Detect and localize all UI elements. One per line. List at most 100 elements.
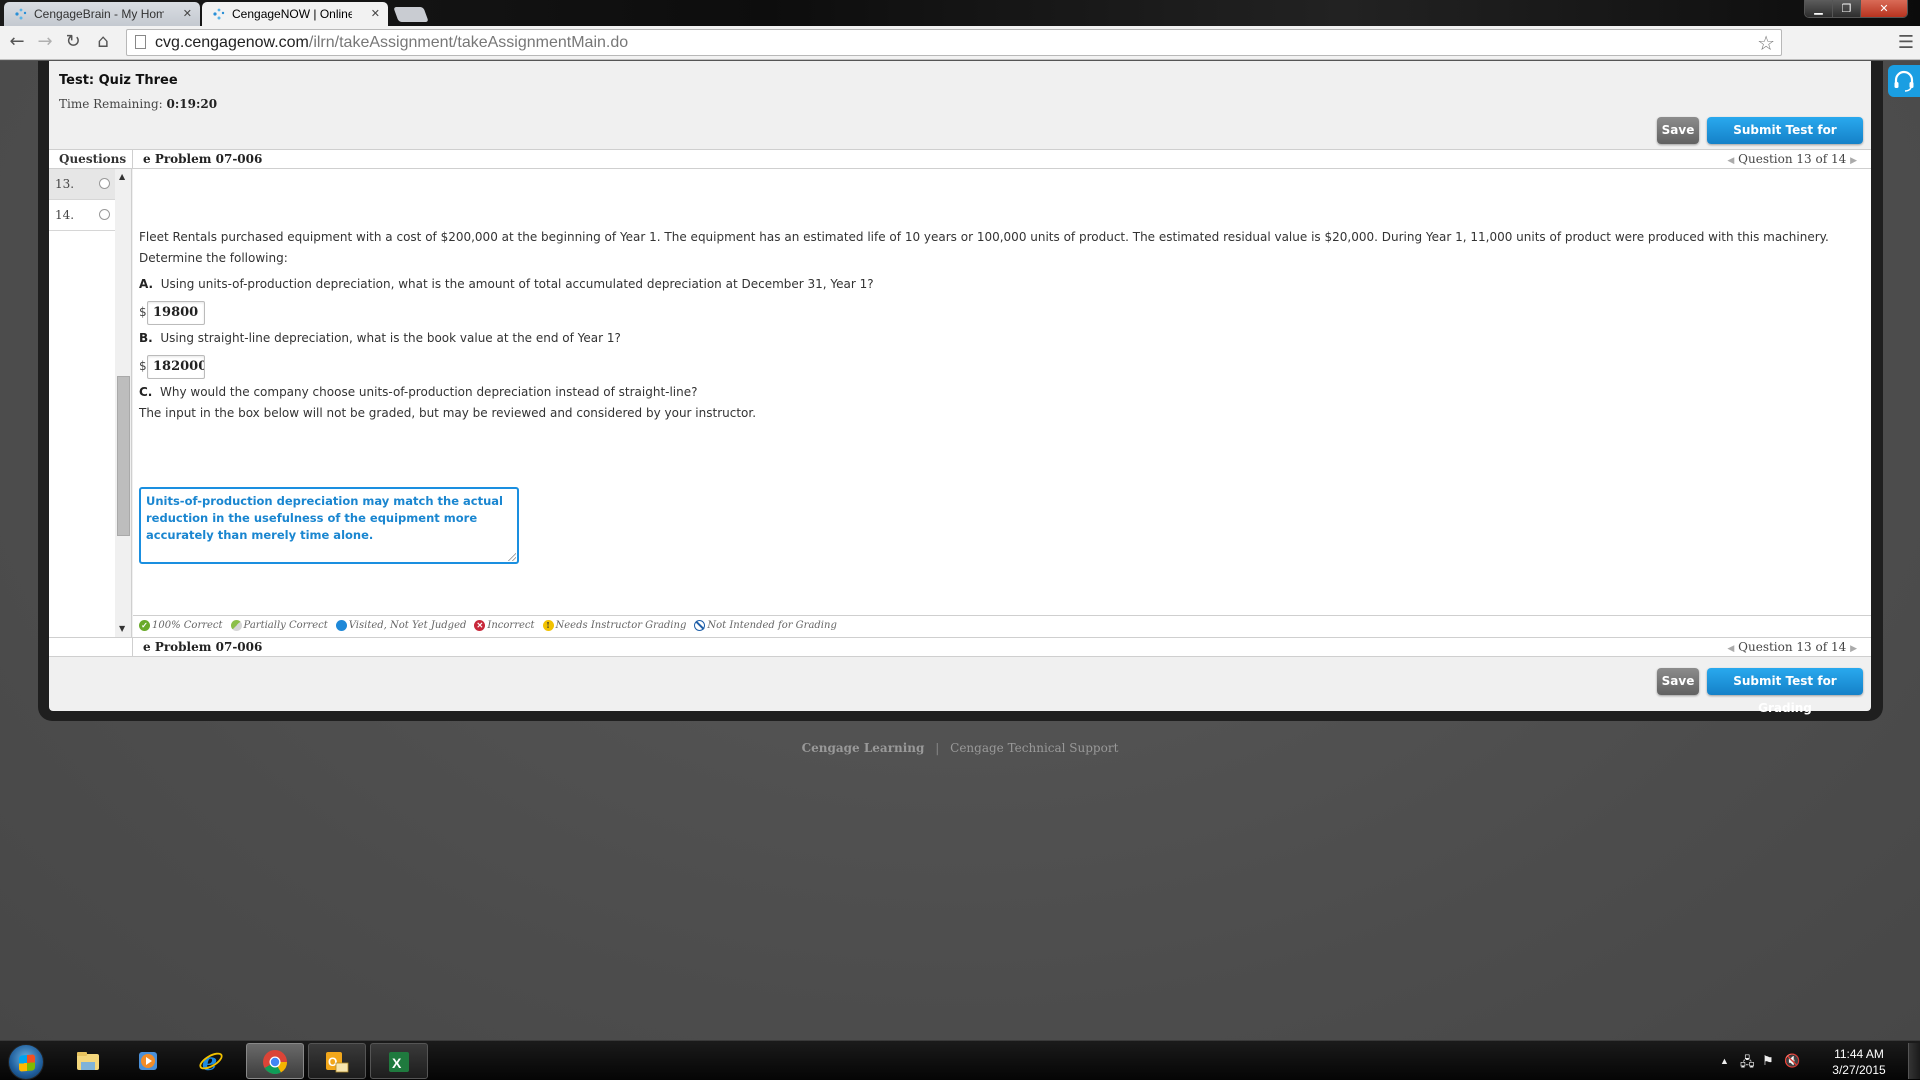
taskbar-explorer[interactable]: [60, 1043, 118, 1079]
essay-textarea[interactable]: Units-of-production depreciation may mat…: [139, 487, 519, 564]
svg-text:e: e: [202, 1048, 217, 1074]
legend-not-graded: Not Intended for Grading: [694, 620, 837, 631]
question-item-14[interactable]: 14.: [49, 200, 115, 231]
essay-text: Units-of-production depreciation may mat…: [146, 494, 503, 542]
dollar-prefix: $: [139, 305, 147, 319]
network-icon[interactable]: 🖧: [1740, 1053, 1755, 1075]
prev-question-icon[interactable]: ◀: [1727, 644, 1734, 654]
windows-logo-icon: [19, 1054, 35, 1072]
folder-icon: [77, 1052, 99, 1070]
bottom-problem-row: e Problem 07-006 ◀ Question 13 of 14 ▶: [49, 637, 1871, 657]
next-question-icon[interactable]: ▶: [1850, 156, 1857, 166]
questions-header: Questions: [59, 152, 127, 166]
cengage-favicon-icon: [15, 8, 27, 20]
technical-support-link[interactable]: Cengage Technical Support: [950, 741, 1118, 755]
taskbar-media-player[interactable]: [120, 1043, 178, 1079]
back-arrow-icon[interactable]: ←: [6, 31, 28, 53]
tab-cengagebrain[interactable]: CengageBrain - My Home ✕: [4, 2, 200, 26]
taskbar-excel[interactable]: X: [370, 1043, 428, 1079]
status-circle-icon: [99, 178, 110, 189]
bookmark-star-icon[interactable]: ☆: [1757, 31, 1775, 55]
time-remaining-label: Time Remaining:: [59, 97, 163, 111]
volume-muted-icon[interactable]: 🔇: [1784, 1053, 1800, 1069]
start-button[interactable]: [8, 1044, 44, 1080]
address-bar[interactable]: cvg.cengagenow.com/ilrn/takeAssignment/t…: [126, 29, 1782, 56]
footer-separator: |: [935, 741, 940, 755]
tab-cengagenow[interactable]: CengageNOW | Online te ✕: [202, 2, 388, 26]
legend-correct: ✓ 100% Correct: [139, 620, 223, 631]
show-hidden-icons-icon[interactable]: ▲: [1720, 1056, 1729, 1066]
prohibited-icon: [694, 620, 706, 631]
test-panel: Test: Quiz Three Time Remaining: 0:19:20…: [49, 61, 1871, 715]
resize-grip-icon[interactable]: [508, 553, 516, 561]
part-a-answer-input[interactable]: 19800: [147, 301, 205, 325]
browser-toolbar: ← → ↻ ⌂ cvg.cengagenow.com/ilrn/takeAssi…: [0, 26, 1920, 60]
reload-icon[interactable]: ↻: [62, 31, 84, 53]
show-desktop-button[interactable]: [1908, 1043, 1920, 1079]
questions-scrollbar[interactable]: ▲ ▼: [115, 169, 131, 637]
home-icon[interactable]: ⌂: [92, 31, 114, 53]
status-legend: ✓ 100% Correct Partially Correct Visited…: [133, 615, 1871, 637]
part-a-question: A. Using units-of-production depreciatio…: [139, 277, 874, 291]
tab-title: CengageNOW | Online te: [232, 7, 352, 21]
test-title: Test: Quiz Three: [59, 73, 178, 88]
question-item-13[interactable]: 13.: [49, 169, 115, 200]
headset-icon: [1894, 70, 1914, 92]
exclamation-icon: !: [542, 620, 554, 631]
dollar-prefix: $: [139, 359, 147, 373]
save-button-bottom[interactable]: Save: [1657, 668, 1699, 695]
clock-time: 11:44 AM: [1834, 1047, 1884, 1061]
legend-needs-grading: ! Needs Instructor Grading: [542, 620, 686, 631]
taskbar-outlook[interactable]: O: [308, 1043, 366, 1079]
chrome-icon: [263, 1050, 287, 1075]
browser-menu-icon[interactable]: ☰: [1898, 32, 1914, 53]
problem-intro: Fleet Rentals purchased equipment with a…: [139, 230, 1829, 265]
cengage-favicon-icon: [213, 8, 225, 20]
divider: [132, 150, 133, 168]
cengage-learning-link[interactable]: Cengage Learning: [802, 741, 925, 755]
essay-note: The input in the box below will not be g…: [139, 406, 757, 420]
taskbar-internet-explorer[interactable]: e: [183, 1043, 241, 1079]
question-content: Fleet Rentals purchased equipment with a…: [133, 169, 1871, 615]
blue-dot-icon: [335, 620, 347, 631]
part-b-question: B. Using straight-line depreciation, wha…: [139, 331, 621, 345]
windows-taskbar: e O X ▲ 🖧 ⚑ 🔇 11:44 AM 3/27/2015: [0, 1040, 1920, 1080]
forward-arrow-icon[interactable]: →: [34, 31, 56, 53]
part-b-answer-row: $ 182000: [139, 355, 205, 379]
question-nav: ◀ Question 13 of 14 ▶: [1727, 152, 1857, 166]
submit-test-button[interactable]: Submit Test for Grading: [1707, 117, 1863, 164]
scroll-down-icon[interactable]: ▼: [119, 624, 125, 633]
problem-title: e Problem 07-006: [143, 152, 263, 166]
system-clock[interactable]: 11:44 AM 3/27/2015: [1824, 1046, 1894, 1078]
save-button[interactable]: Save: [1657, 117, 1699, 144]
legend-partial: Partially Correct: [230, 620, 328, 631]
internet-explorer-icon: e: [199, 1048, 223, 1074]
problem-title-bottom: e Problem 07-006: [143, 640, 263, 654]
support-button[interactable]: [1888, 65, 1920, 97]
time-remaining-value: 0:19:20: [166, 97, 218, 111]
status-circle-icon: [99, 209, 110, 220]
tab-close-icon[interactable]: ✕: [371, 2, 380, 26]
legend-incorrect: ✕ Incorrect: [474, 620, 535, 631]
system-tray: ▲ 🖧 ⚑ 🔇 11:44 AM 3/27/2015: [1700, 1041, 1900, 1080]
prev-question-icon[interactable]: ◀: [1727, 156, 1734, 166]
close-window-button[interactable]: ✕: [1861, 0, 1907, 17]
next-question-icon[interactable]: ▶: [1850, 644, 1857, 654]
taskbar-chrome[interactable]: [246, 1043, 304, 1079]
submit-test-button-bottom[interactable]: Submit Test for Grading: [1707, 668, 1863, 715]
scroll-up-icon[interactable]: ▲: [119, 172, 125, 181]
partial-circle-icon: [230, 620, 242, 631]
url-text[interactable]: cvg.cengagenow.com/ilrn/takeAssignment/t…: [155, 34, 628, 52]
question-position: Question 13 of 14: [1738, 640, 1847, 654]
action-center-flag-icon[interactable]: ⚑: [1762, 1053, 1774, 1069]
restore-button[interactable]: ❐: [1833, 0, 1861, 17]
scrollbar-thumb[interactable]: [117, 376, 130, 536]
tab-close-icon[interactable]: ✕: [183, 2, 192, 26]
question-number: 14.: [55, 208, 75, 222]
minimize-button[interactable]: ▁: [1805, 0, 1833, 17]
check-circle-icon: ✓: [139, 620, 150, 631]
question-header-row: Questions e Problem 07-006 ◀ Question 13…: [49, 149, 1871, 169]
new-tab-button[interactable]: [393, 7, 429, 22]
part-b-answer-input[interactable]: 182000: [147, 355, 205, 379]
part-c-question: C. Why would the company choose units-of…: [139, 385, 698, 399]
